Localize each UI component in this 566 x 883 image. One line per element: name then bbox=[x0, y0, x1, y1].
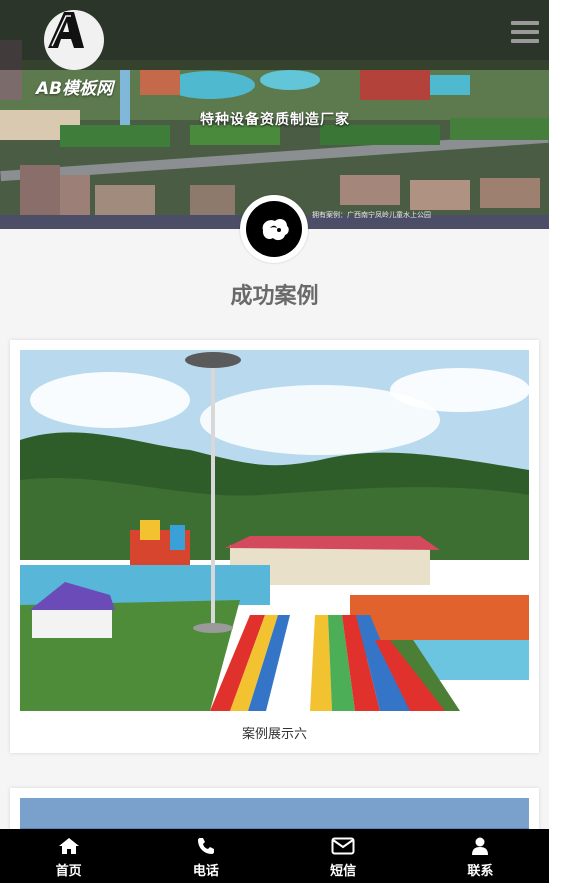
section-badge bbox=[240, 195, 308, 263]
nav-phone[interactable]: 电话 bbox=[137, 829, 274, 883]
nav-sms-label: 短信 bbox=[330, 864, 357, 879]
home-icon bbox=[58, 836, 80, 856]
bottom-nav: 首页 电话 短信 联系 bbox=[0, 829, 549, 883]
case-caption: 案例展示六 bbox=[241, 727, 307, 742]
nav-contact[interactable]: 联系 bbox=[412, 829, 549, 883]
hero-slogan: 特种设备资质制造厂家 bbox=[200, 112, 350, 128]
water-park-photo bbox=[20, 350, 529, 711]
section-title: 成功案例 bbox=[230, 284, 319, 309]
site-logo[interactable] bbox=[44, 10, 104, 70]
case-card[interactable]: 案例展示六 bbox=[10, 340, 539, 753]
case-image[interactable] bbox=[20, 350, 529, 711]
user-icon bbox=[471, 836, 489, 856]
nav-contact-label: 联系 bbox=[467, 864, 494, 879]
page-gutter bbox=[549, 0, 566, 883]
phone-icon bbox=[197, 836, 215, 856]
hero-caption: 拥有案例：广西南宁凤岭儿童水上公园 bbox=[312, 211, 431, 219]
nav-home-label: 首页 bbox=[55, 864, 82, 879]
logo-text: AB模板网 bbox=[36, 79, 114, 99]
nav-phone-label: 电话 bbox=[192, 864, 219, 879]
nav-home[interactable]: 首页 bbox=[0, 829, 137, 883]
logo-letter-a-icon bbox=[48, 12, 84, 48]
cloud-bird-icon bbox=[246, 201, 302, 257]
nav-sms[interactable]: 短信 bbox=[275, 829, 412, 883]
mail-icon bbox=[331, 836, 355, 856]
hamburger-menu-icon[interactable] bbox=[511, 21, 539, 43]
page: AB模板网 特种设备资质制造厂家 拥有案例：广西南宁凤岭儿童水上公园 成功案例 bbox=[0, 0, 549, 883]
